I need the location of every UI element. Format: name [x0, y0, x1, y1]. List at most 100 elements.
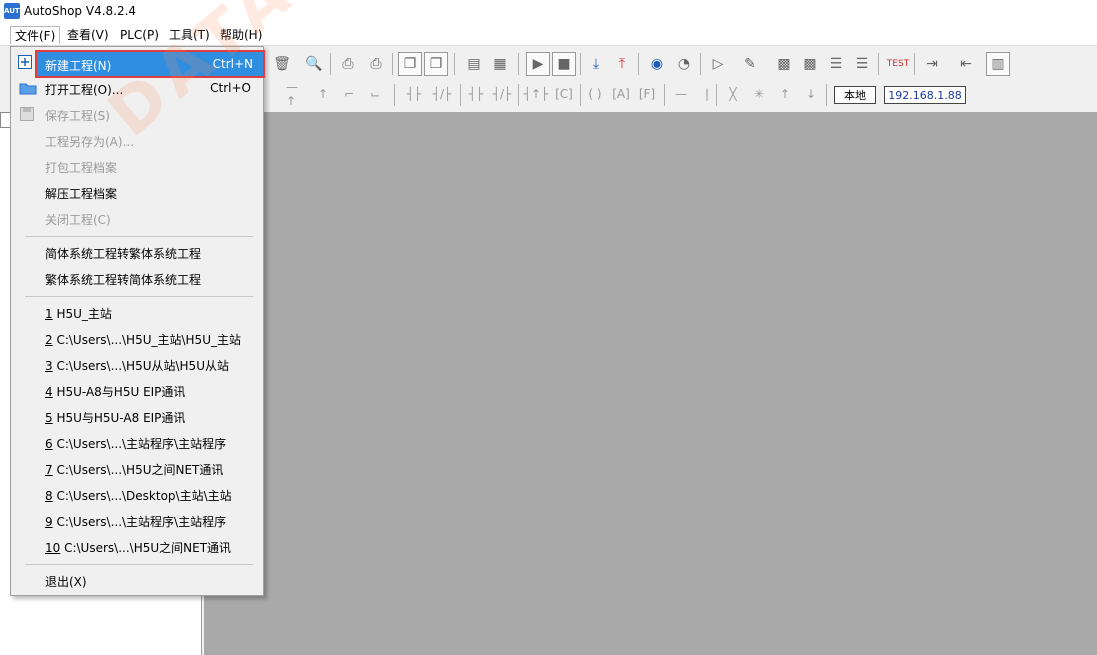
- toolbar-separator: [518, 84, 519, 106]
- contact-nc-icon[interactable]: ┤/├: [430, 83, 454, 105]
- recent-file-path: C:\Users\...\H5U_主站\H5U_主站: [52, 333, 241, 347]
- coil-c-icon[interactable]: [C]: [552, 83, 576, 105]
- horizontal-line-icon[interactable]: —↑: [286, 80, 308, 108]
- menu-pack-archive-label: 打包工程档案: [45, 161, 118, 175]
- menu-exit-label: 退出(X): [45, 575, 87, 589]
- branch-end-icon[interactable]: ⌙: [364, 83, 386, 105]
- recent-file-item[interactable]: 2 C:\Users\...\H5U_主站\H5U_主站: [13, 327, 261, 351]
- test-icon[interactable]: TEST: [886, 52, 910, 76]
- toolbar-separator: [330, 53, 331, 75]
- recent-file-item[interactable]: 7 C:\Users\...\H5U之间NET通讯: [13, 457, 261, 481]
- edit-icon[interactable]: ✎: [738, 52, 762, 76]
- run-icon[interactable]: ▶: [526, 52, 550, 76]
- recent-file-item[interactable]: 3 C:\Users\...\H5U从站\H5U从站: [13, 353, 261, 377]
- rising-edge-icon[interactable]: ┤↑├: [524, 83, 549, 105]
- toolbar-separator: [394, 84, 395, 106]
- recent-file-item[interactable]: 10 C:\Users\...\H5U之间NET通讯: [13, 535, 261, 559]
- recent-file-item[interactable]: 9 C:\Users\...\主站程序\主站程序: [13, 509, 261, 533]
- workspace-area[interactable]: [204, 112, 1097, 655]
- menu-view[interactable]: 查看(V): [63, 26, 113, 44]
- menu-help[interactable]: 帮助(H): [216, 26, 266, 44]
- recent-file-number: 10: [45, 541, 61, 555]
- panel-icon[interactable]: ▥: [986, 52, 1010, 76]
- delete-hline-icon[interactable]: ╳: [722, 83, 744, 105]
- menu-open-project[interactable]: 打开工程(O)... Ctrl+O: [13, 77, 261, 101]
- menu-close-project[interactable]: 关闭工程(C): [13, 207, 261, 231]
- vline-icon[interactable]: |: [696, 83, 718, 105]
- menu-file[interactable]: 文件(F): [10, 26, 61, 44]
- toolbar-separator: [518, 53, 519, 75]
- toolbar-separator: [664, 84, 665, 106]
- parallel-nc-icon[interactable]: ┤/├: [490, 83, 514, 105]
- recent-file-label: 4 H5U-A8与H5U EIP通讯: [45, 383, 185, 400]
- delete-icon[interactable]: 🗑: [270, 52, 294, 76]
- menu-tools[interactable]: 工具(T): [165, 26, 214, 44]
- parallel-no-icon[interactable]: ┤├: [464, 83, 488, 105]
- recent-file-label: 5 H5U与H5U-A8 EIP通讯: [45, 409, 185, 426]
- recent-file-label: 9 C:\Users\...\主站程序\主站程序: [45, 513, 226, 530]
- window-cascade-icon[interactable]: ❐: [398, 52, 422, 76]
- branch-icon[interactable]: ⌐: [338, 83, 360, 105]
- menu-plc[interactable]: PLC(P): [116, 26, 163, 44]
- download-icon[interactable]: ⤓: [584, 52, 608, 76]
- upload-icon[interactable]: ⤒: [610, 52, 634, 76]
- recent-file-label: 6 C:\Users\...\主站程序\主站程序: [45, 435, 226, 452]
- file-menu-dropdown: 新建工程(N) Ctrl+N 打开工程(O)... Ctrl+O 保存工程(S)…: [10, 46, 265, 596]
- menu-trad-to-simp[interactable]: 繁体系统工程转简体系统工程: [13, 267, 261, 291]
- recent-file-item[interactable]: 6 C:\Users\...\主站程序\主站程序: [13, 431, 261, 455]
- recent-file-label: 2 C:\Users\...\H5U_主站\H5U_主站: [45, 331, 241, 348]
- compile-icon[interactable]: ▦: [488, 52, 512, 76]
- window-tile-icon[interactable]: ❐: [424, 52, 448, 76]
- recent-file-path: C:\Users\...\Desktop\主站\主站: [52, 489, 232, 503]
- timer-icon[interactable]: ◔: [672, 52, 696, 76]
- new-file-icon: [17, 54, 35, 72]
- login-icon[interactable]: ⇥: [920, 52, 944, 76]
- toolbar-separator: [878, 53, 879, 75]
- contact-no-icon[interactable]: ┤├: [402, 83, 426, 105]
- align-alt-icon[interactable]: ☰: [850, 52, 874, 76]
- menu-pack-archive[interactable]: 打包工程档案: [13, 155, 261, 179]
- stop-icon[interactable]: ■: [552, 52, 576, 76]
- align-icon[interactable]: ☰: [824, 52, 848, 76]
- recent-file-item[interactable]: 8 C:\Users\...\Desktop\主站\主站: [13, 483, 261, 507]
- simulate-icon[interactable]: ▷: [706, 52, 730, 76]
- recent-file-path: C:\Users\...\主站程序\主站程序: [52, 515, 227, 529]
- delete-vline-icon[interactable]: ✳: [748, 83, 770, 105]
- app-logo-icon: AUTO: [4, 3, 26, 19]
- vertical-line-icon[interactable]: ↑: [312, 83, 334, 105]
- grid-alt-icon[interactable]: ▩: [798, 52, 822, 76]
- instruction-a-icon[interactable]: [A]: [610, 83, 632, 105]
- recent-file-item[interactable]: 1 H5U_主站: [13, 301, 261, 325]
- doc-icon[interactable]: ▤: [462, 52, 486, 76]
- recent-file-number: 9: [45, 515, 53, 529]
- recent-file-item[interactable]: 4 H5U-A8与H5U EIP通讯: [13, 379, 261, 403]
- coil-icon[interactable]: ( ): [584, 83, 606, 105]
- menu-unpack-archive[interactable]: 解压工程档案: [13, 181, 261, 205]
- print-icon[interactable]: ⎙: [364, 52, 388, 76]
- instruction-f-icon[interactable]: [F]: [636, 83, 658, 105]
- toolbar-separator: [392, 53, 393, 75]
- recent-file-label: 7 C:\Users\...\H5U之间NET通讯: [45, 461, 223, 478]
- menu-exit[interactable]: 退出(X): [13, 569, 261, 593]
- menu-unpack-archive-label: 解压工程档案: [45, 187, 118, 201]
- menu-save-as-label: 工程另存为(A)...: [45, 135, 135, 149]
- menu-simp-to-trad[interactable]: 简体系统工程转繁体系统工程: [13, 241, 261, 265]
- hline-icon[interactable]: —: [670, 83, 692, 105]
- local-mode-button[interactable]: 本地: [834, 86, 876, 104]
- monitor-icon[interactable]: ◉: [645, 52, 669, 76]
- open-folder-icon: [19, 80, 37, 98]
- menu-save-project[interactable]: 保存工程(S): [13, 103, 261, 127]
- recent-file-number: 6: [45, 437, 53, 451]
- up-arrow-icon[interactable]: ↑: [774, 83, 796, 105]
- menu-new-project[interactable]: 新建工程(N) Ctrl+N: [35, 50, 265, 78]
- logout-icon[interactable]: ⇤: [954, 52, 978, 76]
- recent-file-path: C:\Users\...\H5U从站\H5U从站: [52, 359, 229, 373]
- recent-file-item[interactable]: 5 H5U与H5U-A8 EIP通讯: [13, 405, 261, 429]
- print-preview-icon[interactable]: ⎙: [336, 52, 360, 76]
- recent-file-label: 8 C:\Users\...\Desktop\主站\主站: [45, 487, 232, 504]
- menu-save-as[interactable]: 工程另存为(A)...: [13, 129, 261, 153]
- down-arrow-icon[interactable]: ↓: [800, 83, 822, 105]
- search-icon[interactable]: 🔍: [302, 52, 326, 76]
- ip-address-button[interactable]: 192.168.1.88: [884, 86, 966, 104]
- grid-icon[interactable]: ▩: [772, 52, 796, 76]
